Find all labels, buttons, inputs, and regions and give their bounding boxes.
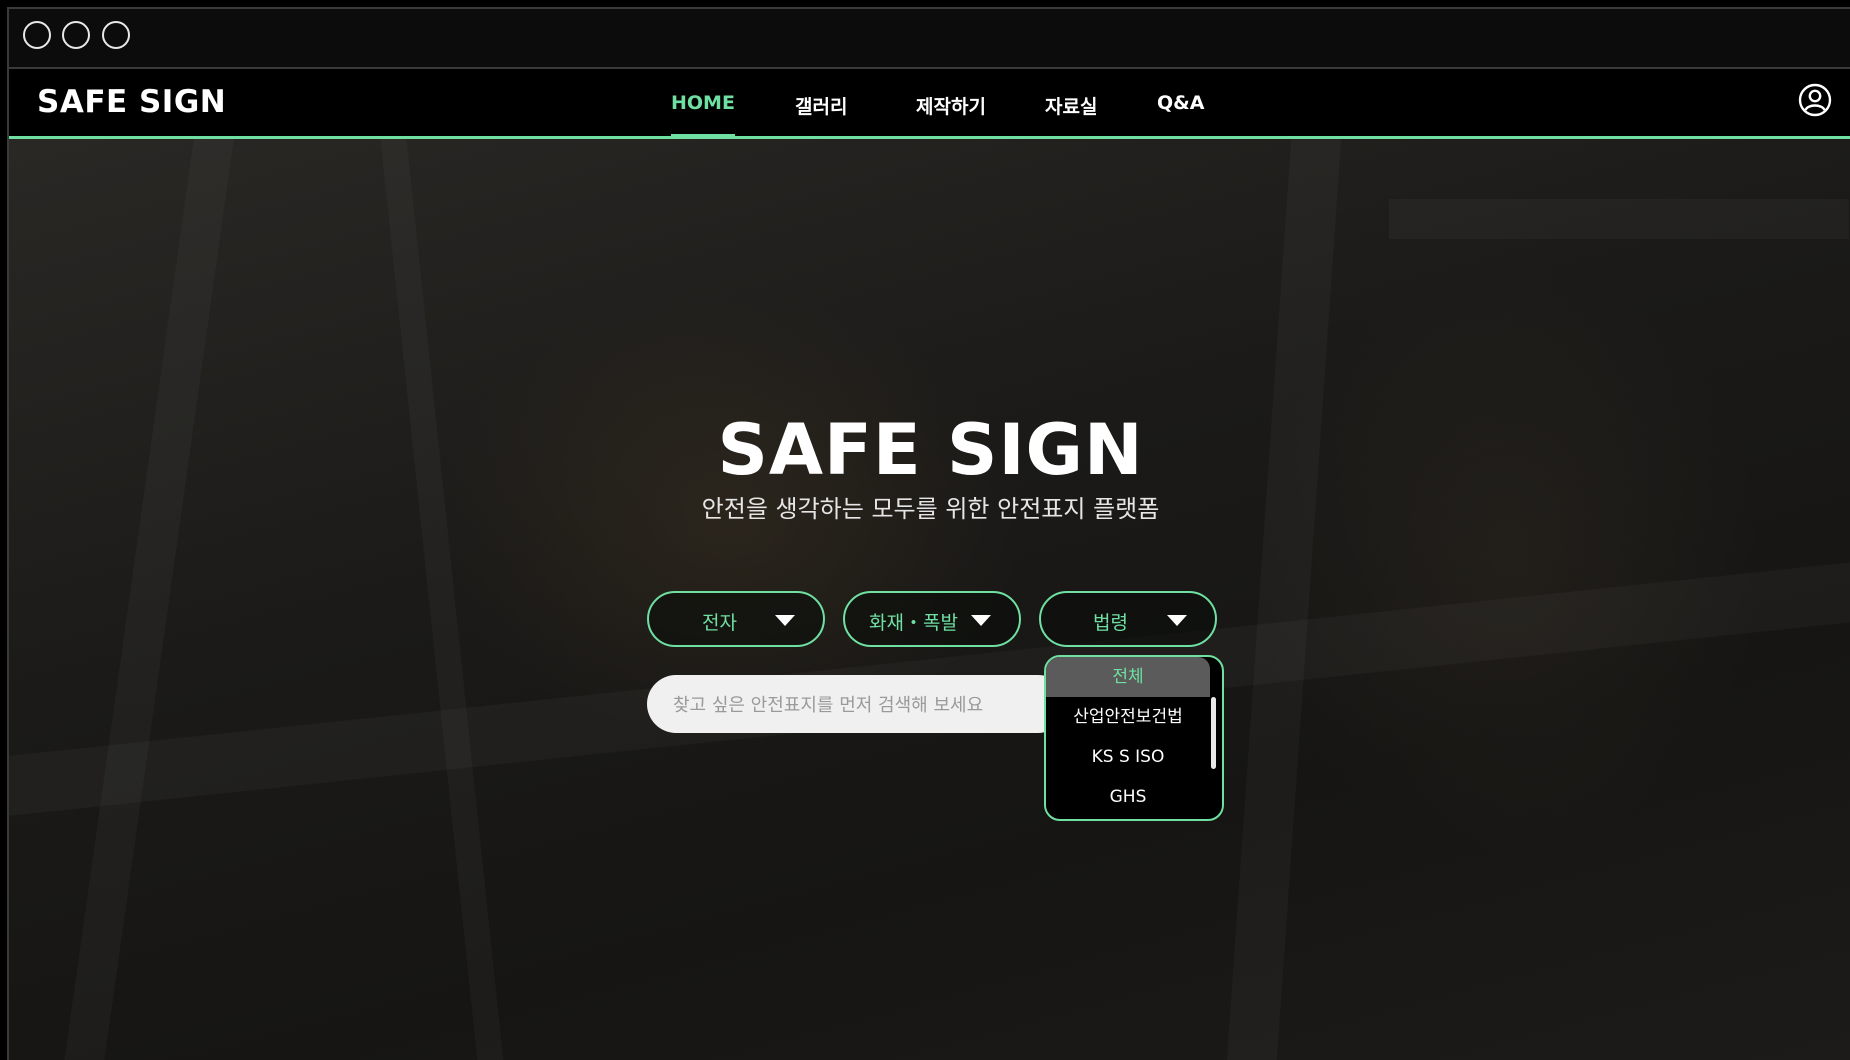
dropdown-option-ghs[interactable]: GHS: [1046, 777, 1210, 817]
logo[interactable]: SAFE SIGN: [37, 84, 226, 120]
hero-section: SAFE SIGN 안전을 생각하는 모두를 위한 안전표지 플랫폼 전자 화재…: [9, 139, 1850, 1060]
nav-item-qna[interactable]: Q&A: [1157, 92, 1204, 114]
nav-item-label: 갤러리: [795, 96, 848, 118]
dropdown-option-industrial-safety-act[interactable]: 산업안전보건법: [1046, 697, 1210, 737]
search-input[interactable]: [671, 675, 1005, 735]
hero-title: SAFE SIGN: [717, 409, 1144, 491]
filter-label: 전자: [702, 612, 737, 634]
user-circle-icon[interactable]: [1798, 83, 1832, 117]
window-minimize-button[interactable]: [62, 21, 90, 49]
nav-item-create[interactable]: 제작하기: [916, 92, 986, 119]
navbar: SAFE SIGN HOME 갤러리 제작하기 자료실 Q&A: [9, 69, 1850, 139]
dropdown-option-all[interactable]: 전체: [1046, 657, 1210, 697]
nav-item-label: 자료실: [1045, 96, 1098, 118]
active-nav-underline: [671, 134, 735, 138]
dropdown-option-ks-s-iso[interactable]: KS S ISO: [1046, 737, 1210, 777]
caret-down-icon: [775, 615, 795, 626]
hero-subtitle: 안전을 생각하는 모두를 위한 안전표지 플랫폼: [701, 495, 1160, 523]
filter-law-dropdown[interactable]: 법령: [1039, 591, 1217, 647]
nav-item-gallery[interactable]: 갤러리: [795, 92, 847, 119]
browser-window: SAFE SIGN HOME 갤러리 제작하기 자료실 Q&A SAFE SIG…: [7, 7, 1850, 1060]
nav-item-library[interactable]: 자료실: [1045, 92, 1097, 119]
filter-hazard-dropdown[interactable]: 화재・폭발: [843, 591, 1021, 647]
window-close-button[interactable]: [23, 21, 51, 49]
background-beam: [1389, 199, 1849, 239]
caret-down-icon: [971, 615, 991, 626]
background-beam: [380, 139, 503, 1060]
caret-down-icon: [1167, 615, 1187, 626]
background-beam: [64, 139, 234, 1060]
nav-item-home[interactable]: HOME: [671, 92, 735, 138]
nav-item-label: Q&A: [1157, 92, 1205, 114]
search-bar: [647, 675, 1067, 735]
window-maximize-button[interactable]: [102, 21, 130, 49]
nav-item-label: 제작하기: [916, 96, 986, 118]
dropdown-scrollbar[interactable]: [1211, 697, 1216, 769]
law-dropdown-menu: 전체 산업안전보건법 KS S ISO GHS: [1044, 655, 1224, 821]
window-titlebar: [9, 9, 1850, 69]
nav-item-label: HOME: [671, 92, 735, 114]
filter-category-dropdown[interactable]: 전자: [647, 591, 825, 647]
filter-label: 화재・폭발: [869, 612, 958, 634]
filter-label: 법령: [1093, 612, 1128, 634]
background-beam: [1227, 139, 1342, 1060]
